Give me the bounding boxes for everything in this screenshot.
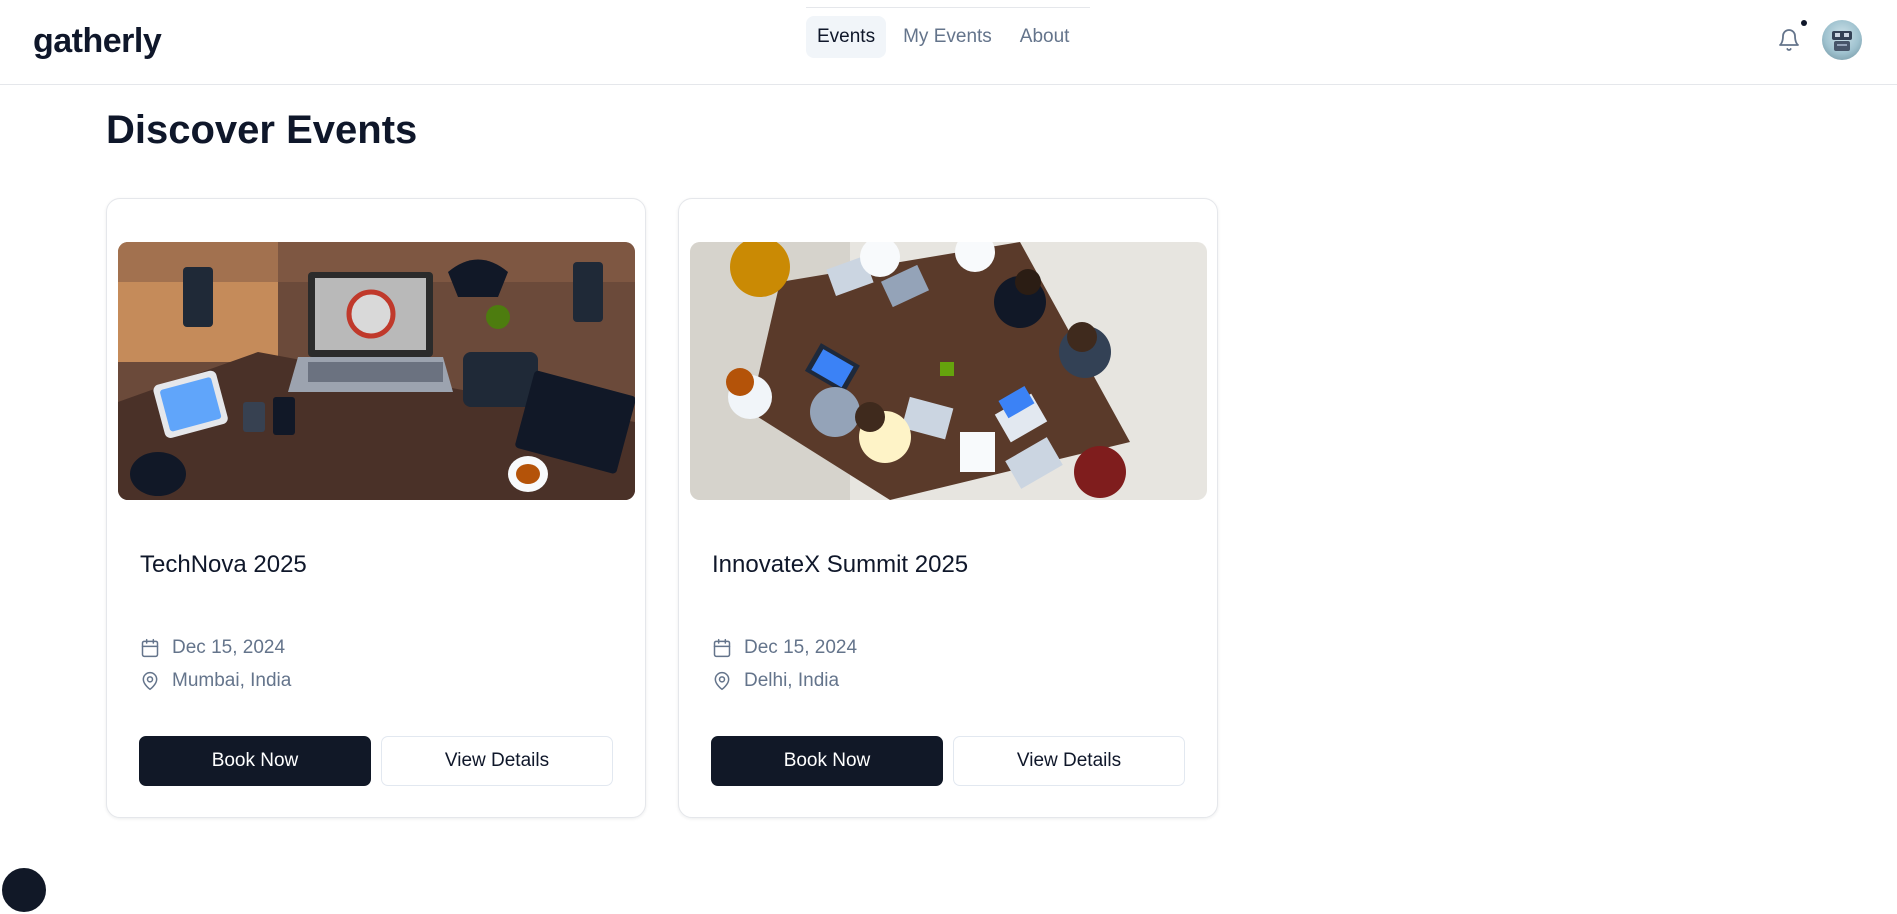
event-card: InnovateX Summit 2025 Dec 15, 2024 Delhi…	[678, 198, 1218, 818]
event-location: Mumbai, India	[140, 670, 291, 692]
page-title: Discover Events	[106, 108, 418, 152]
event-date: Dec 15, 2024	[140, 637, 285, 659]
view-details-button[interactable]: View Details	[953, 736, 1185, 786]
event-location-text: Mumbai, India	[172, 670, 292, 691]
notification-dot	[1801, 20, 1807, 26]
event-location: Delhi, India	[712, 670, 839, 692]
app-logo[interactable]: gatherly	[33, 22, 162, 61]
main-nav: Events My Events About	[806, 7, 1090, 65]
floating-action-button[interactable]	[0, 866, 48, 914]
event-date-text: Dec 15, 2024	[744, 637, 858, 658]
event-title: InnovateX Summit 2025	[712, 551, 969, 578]
event-card: TechNova 2025 Dec 15, 2024 Mumbai, India…	[106, 198, 646, 818]
book-now-button[interactable]: Book Now	[711, 736, 943, 786]
nav-item-about[interactable]: About	[1009, 16, 1081, 58]
event-date: Dec 15, 2024	[712, 637, 857, 659]
view-details-button[interactable]: View Details	[381, 736, 613, 786]
event-image	[118, 242, 635, 500]
event-title: TechNova 2025	[140, 551, 307, 578]
event-image	[690, 242, 1207, 500]
calendar-icon	[713, 638, 731, 658]
calendar-icon	[141, 638, 159, 658]
event-date-text: Dec 15, 2024	[172, 637, 286, 658]
map-pin-icon	[142, 671, 158, 691]
nav-item-events[interactable]: Events	[806, 15, 887, 58]
book-now-button[interactable]: Book Now	[139, 736, 371, 786]
avatar[interactable]	[1822, 20, 1862, 60]
nav-item-my-events[interactable]: My Events	[892, 16, 1003, 58]
bell-icon[interactable]	[1777, 28, 1801, 52]
event-location-text: Delhi, India	[744, 670, 840, 691]
top-header: gatherly Events My Events About	[0, 0, 1897, 85]
map-pin-icon	[714, 671, 730, 691]
